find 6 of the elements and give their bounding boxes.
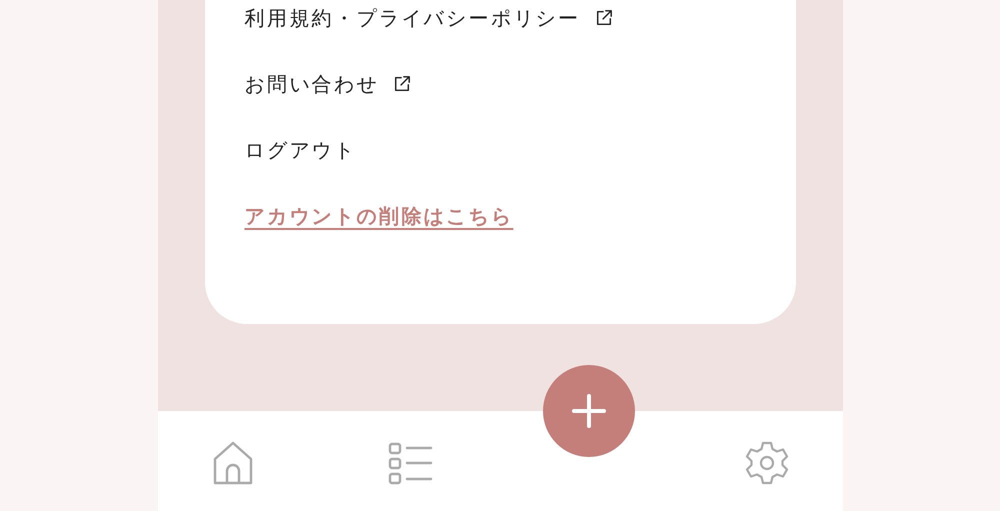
external-link-icon (392, 75, 411, 93)
plus-icon (572, 394, 606, 428)
menu-link[interactable]: ログアウト (244, 135, 356, 165)
menu-link[interactable]: 利用規約・プライバシーポリシー (244, 3, 580, 33)
external-link-icon (594, 9, 612, 27)
menu-link[interactable]: お問い合わせ (244, 69, 379, 99)
